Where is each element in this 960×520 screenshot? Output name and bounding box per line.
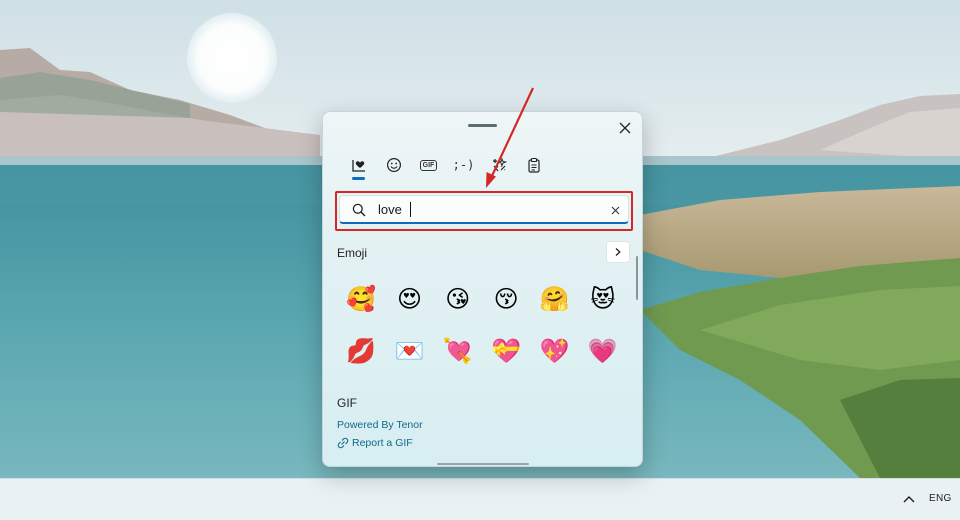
emoji-heart-eyes[interactable]: 😍 [385, 276, 433, 324]
taskbar: ENG [0, 478, 960, 520]
report-gif-link[interactable]: Report a GIF [337, 437, 413, 449]
emoji-kissing-closed-eyes[interactable]: 😚 [482, 276, 530, 324]
emoji-hugging-face[interactable]: 🤗 [530, 276, 578, 324]
tab-clipboard[interactable] [516, 152, 551, 178]
emoji-kiss-mark[interactable]: 💋 [337, 328, 385, 376]
text-caret [410, 202, 411, 217]
kaomoji-icon: ;-) [452, 158, 475, 172]
clear-icon [611, 206, 619, 214]
tab-gif[interactable]: GIF [411, 152, 446, 178]
search-field[interactable] [339, 195, 629, 224]
emoji-panel: GIF ;-) love Emoji 🥰 😍 😘 😚 🤗 😻 💋 💌 💘 💝 💖… [322, 111, 643, 467]
gif-section-title: GIF [337, 396, 357, 410]
clear-search-button[interactable] [608, 203, 622, 217]
emoji-sparkling-heart[interactable]: 💖 [530, 328, 578, 376]
emoji-heart-with-arrow[interactable]: 💘 [434, 328, 482, 376]
emoji-growing-heart[interactable]: 💗 [579, 328, 627, 376]
report-gif-label: Report a GIF [352, 437, 413, 449]
emoji-row: 🥰 😍 😘 😚 🤗 😻 [337, 276, 627, 328]
horizontal-scrollbar-thumb[interactable] [437, 463, 529, 465]
link-icon [337, 437, 349, 449]
emoji-heart-eyes-cat[interactable]: 😻 [579, 276, 627, 324]
tab-recent[interactable] [341, 152, 376, 180]
panel-drag-handle[interactable] [468, 124, 497, 127]
emoji-section-more-button[interactable] [606, 241, 630, 263]
symbols-icon [492, 157, 507, 172]
emoji-results-grid: 🥰 😍 😘 😚 🤗 😻 💋 💌 💘 💝 💖 💗 [337, 276, 627, 380]
emoji-section-title: Emoji [337, 246, 368, 260]
vertical-scrollbar-thumb[interactable] [636, 256, 638, 300]
tab-kaomoji[interactable]: ;-) [446, 152, 481, 178]
search-input[interactable] [378, 199, 598, 219]
emoji-love-letter[interactable]: 💌 [385, 328, 433, 376]
show-hidden-icons-button[interactable] [900, 491, 918, 509]
close-icon [619, 122, 631, 134]
heart-box-icon [351, 160, 365, 172]
powered-by-tenor-link[interactable]: Powered By Tenor [337, 419, 423, 431]
close-button[interactable] [615, 118, 635, 138]
emoji-face-blowing-kiss[interactable]: 😘 [434, 276, 482, 324]
search-icon [352, 203, 366, 217]
tab-emoji[interactable] [376, 152, 411, 178]
tab-symbols[interactable] [481, 152, 516, 178]
emoji-row: 💋 💌 💘 💝 💖 💗 [337, 328, 627, 380]
input-language-indicator[interactable]: ENG [929, 493, 952, 504]
panel-tabs: GIF ;-) [341, 152, 551, 180]
chevron-right-icon [615, 248, 621, 256]
chevron-up-icon [903, 496, 915, 503]
emoji-heart-with-ribbon[interactable]: 💝 [482, 328, 530, 376]
smiley-icon [386, 157, 401, 173]
emoji-smiling-face-with-hearts[interactable]: 🥰 [337, 276, 385, 324]
clipboard-icon [527, 157, 540, 173]
gif-icon: GIF [419, 159, 438, 171]
